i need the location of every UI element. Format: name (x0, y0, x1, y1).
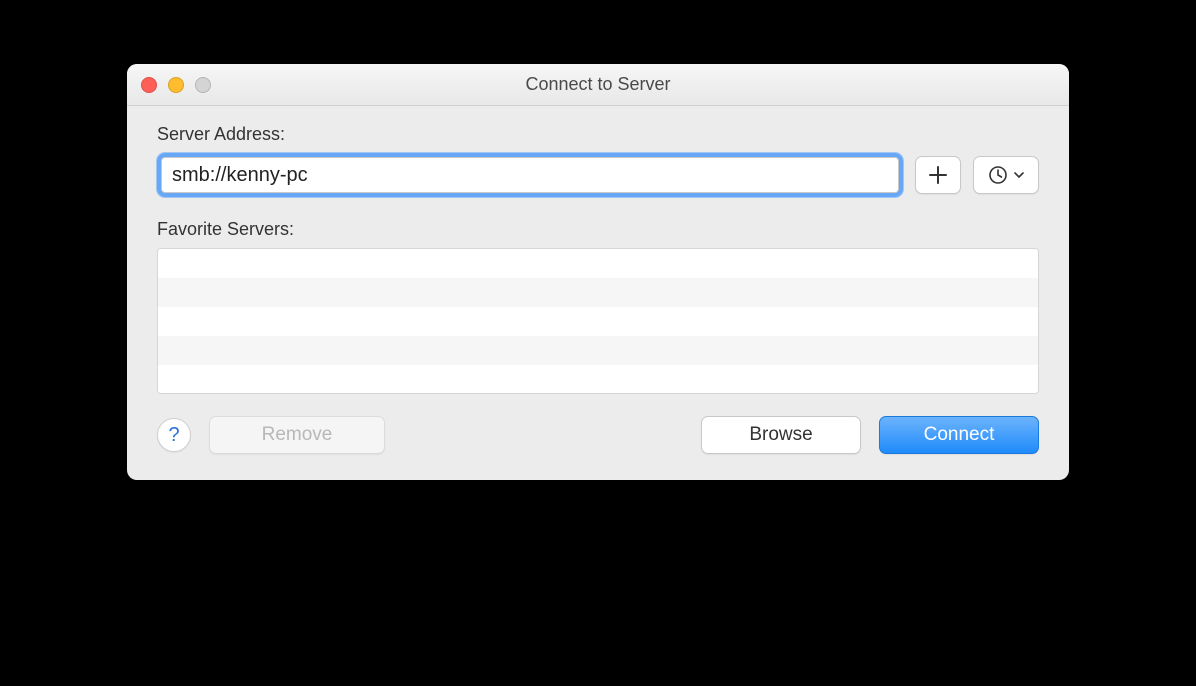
chevron-down-icon (1013, 169, 1025, 181)
favorite-servers-label: Favorite Servers: (157, 219, 1039, 240)
focus-ring (157, 153, 903, 197)
help-icon: ? (168, 424, 179, 447)
connect-button[interactable]: Connect (879, 416, 1039, 454)
add-favorite-button[interactable] (915, 156, 961, 194)
connect-to-server-window: Connect to Server Server Address: (127, 64, 1069, 480)
list-item (158, 336, 1038, 365)
list-item (158, 249, 1038, 278)
window-controls (141, 77, 211, 93)
window-title: Connect to Server (525, 74, 670, 95)
favorite-servers-list[interactable] (157, 248, 1039, 394)
remove-button: Remove (209, 416, 385, 454)
browse-button[interactable]: Browse (701, 416, 861, 454)
minimize-icon[interactable] (168, 77, 184, 93)
zoom-icon (195, 77, 211, 93)
plus-icon (928, 165, 948, 185)
list-item (158, 278, 1038, 307)
footer: ? Remove Browse Connect (157, 416, 1039, 454)
history-button[interactable] (973, 156, 1039, 194)
dialog-content: Server Address: (127, 106, 1069, 480)
close-icon[interactable] (141, 77, 157, 93)
clock-icon (988, 165, 1008, 185)
help-button[interactable]: ? (157, 418, 191, 452)
server-address-input[interactable] (161, 157, 899, 193)
server-address-label: Server Address: (157, 124, 1039, 145)
list-item (158, 307, 1038, 336)
titlebar: Connect to Server (127, 64, 1069, 106)
address-row (157, 153, 1039, 197)
list-item (158, 365, 1038, 394)
